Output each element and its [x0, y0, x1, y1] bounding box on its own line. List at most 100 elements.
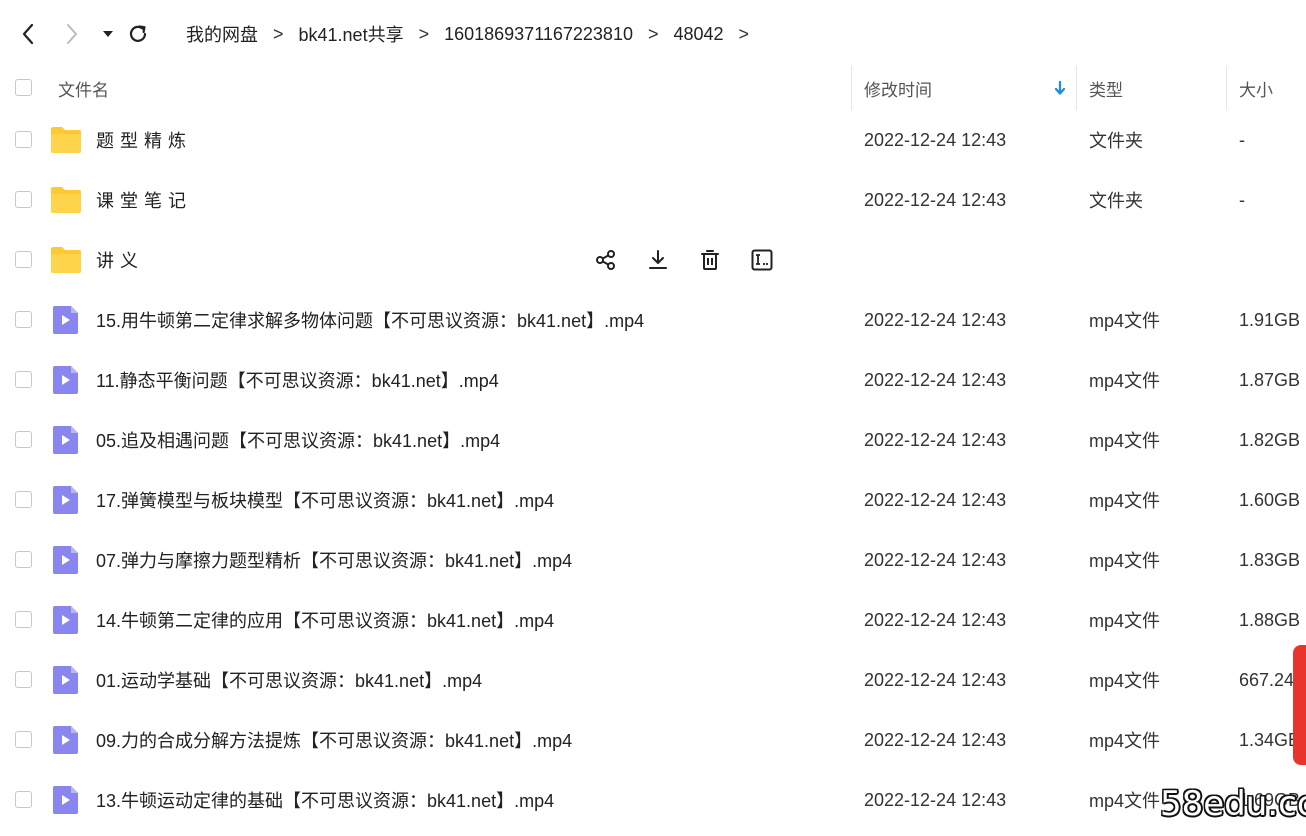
file-row-video[interactable]: 13.牛顿运动定律的基础【不可思议资源：bk41.net】.mp4 2022-1…: [0, 770, 1306, 830]
row-checkbox[interactable]: [15, 371, 32, 388]
file-modified: 2022-12-24 12:43: [864, 369, 1007, 390]
file-name[interactable]: 07.弹力与摩擦力题型精析【不可思议资源：bk41.net】.mp4: [96, 530, 572, 590]
file-name[interactable]: 17.弹簧模型与板块模型【不可思议资源：bk41.net】.mp4: [96, 470, 554, 530]
file-type: mp4文件: [1089, 551, 1161, 571]
file-size: -: [1239, 129, 1245, 150]
refresh-button[interactable]: [124, 18, 152, 50]
file-modified: 2022-12-24 12:43: [864, 789, 1007, 810]
file-size: 1.60GB: [1239, 489, 1301, 510]
video-file-icon: [53, 666, 78, 694]
forward-button[interactable]: [58, 18, 86, 50]
file-name[interactable]: 01.运动学基础【不可思议资源：bk41.net】.mp4: [96, 650, 482, 710]
file-row-video[interactable]: 07.弹力与摩擦力题型精析【不可思议资源：bk41.net】.mp4 2022-…: [0, 530, 1306, 590]
breadcrumb-separator: >: [738, 23, 750, 44]
file-name[interactable]: 15.用牛顿第二定律求解多物体问题【不可思议资源：bk41.net】.mp4: [96, 290, 644, 350]
file-type: mp4文件: [1089, 671, 1161, 691]
column-header-type[interactable]: 类型: [1089, 66, 1123, 110]
folder-icon: [51, 187, 81, 213]
file-name[interactable]: 课堂笔记: [96, 170, 192, 230]
file-row-video[interactable]: 01.运动学基础【不可思议资源：bk41.net】.mp4 2022-12-24…: [0, 650, 1306, 710]
breadcrumb-item-root[interactable]: 我的网盘: [186, 21, 258, 47]
file-row-folder-hovered[interactable]: 讲义: [0, 230, 1306, 290]
rename-icon: [751, 249, 773, 271]
breadcrumb-separator: >: [418, 23, 430, 44]
file-modified: 2022-12-24 12:43: [864, 669, 1007, 690]
column-divider[interactable]: [851, 66, 852, 110]
video-file-icon: [53, 726, 78, 754]
column-divider[interactable]: [1226, 66, 1227, 110]
row-checkbox[interactable]: [15, 251, 32, 268]
download-icon: [649, 250, 667, 269]
breadcrumb-item-share[interactable]: bk41.net共享: [299, 21, 404, 47]
delete-button[interactable]: [694, 244, 726, 276]
folder-icon: [51, 127, 81, 153]
file-size: 1.83GB: [1239, 549, 1301, 570]
video-file-icon: [53, 486, 78, 514]
row-checkbox[interactable]: [15, 671, 32, 688]
breadcrumb-separator: >: [647, 23, 659, 44]
file-size: -: [1239, 189, 1245, 210]
file-size: 667.24: [1239, 669, 1295, 690]
file-name[interactable]: 讲义: [96, 230, 144, 290]
select-all-checkbox[interactable]: [15, 79, 32, 96]
row-checkbox[interactable]: [15, 191, 32, 208]
file-name[interactable]: 05.追及相遇问题【不可思议资源：bk41.net】.mp4: [96, 410, 500, 470]
video-file-icon: [53, 306, 78, 334]
file-name[interactable]: 09.力的合成分解方法提炼【不可思议资源：bk41.net】.mp4: [96, 710, 572, 770]
breadcrumb-item-current[interactable]: 48042: [673, 24, 723, 45]
caret-down-icon: [103, 31, 113, 37]
row-checkbox[interactable]: [15, 491, 32, 508]
file-row-video[interactable]: 09.力的合成分解方法提炼【不可思议资源：bk41.net】.mp4 2022-…: [0, 710, 1306, 770]
column-header-name[interactable]: 文件名: [58, 66, 109, 110]
file-size: 1.34GB: [1239, 729, 1301, 750]
breadcrumb-item-id[interactable]: 1601869371167223810: [444, 24, 633, 45]
file-list-header: 文件名 修改时间 类型 大小: [0, 66, 1306, 110]
file-modified: 2022-12-24 12:43: [864, 309, 1007, 330]
back-button[interactable]: [14, 18, 42, 50]
row-checkbox[interactable]: [15, 731, 32, 748]
row-checkbox[interactable]: [15, 611, 32, 628]
file-modified: 2022-12-24 12:43: [864, 489, 1007, 510]
video-file-icon: [53, 546, 78, 574]
rename-button[interactable]: [746, 244, 778, 276]
download-button[interactable]: [642, 244, 674, 276]
arrow-down-icon: [1054, 80, 1066, 95]
file-row-video[interactable]: 17.弹簧模型与板块模型【不可思议资源：bk41.net】.mp4 2022-1…: [0, 470, 1306, 530]
refresh-icon: [129, 25, 147, 42]
file-row-folder[interactable]: 题型精炼 2022-12-24 12:43 文件夹 -: [0, 110, 1306, 170]
file-name[interactable]: 11.静态平衡问题【不可思议资源：bk41.net】.mp4: [96, 350, 499, 410]
folder-icon: [51, 247, 81, 273]
breadcrumb: 我的网盘 > bk41.net共享 > 1601869371167223810 …: [186, 20, 764, 48]
column-header-modified[interactable]: 修改时间: [864, 66, 932, 110]
file-modified: 2022-12-24 12:43: [864, 729, 1007, 750]
file-modified: 2022-12-24 12:43: [864, 189, 1007, 210]
file-row-video[interactable]: 15.用牛顿第二定律求解多物体问题【不可思议资源：bk41.net】.mp4 2…: [0, 290, 1306, 350]
file-row-folder[interactable]: 课堂笔记 2022-12-24 12:43 文件夹 -: [0, 170, 1306, 230]
file-size: 1.88GB: [1239, 609, 1301, 630]
sort-descending-button[interactable]: [1054, 66, 1066, 110]
file-type: 文件夹: [1089, 191, 1143, 211]
column-divider[interactable]: [1076, 66, 1077, 110]
file-name[interactable]: 题型精炼: [96, 110, 192, 170]
row-checkbox[interactable]: [15, 431, 32, 448]
history-dropdown[interactable]: [94, 18, 122, 50]
row-checkbox[interactable]: [15, 311, 32, 328]
file-name[interactable]: 14.牛顿第二定律的应用【不可思议资源：bk41.net】.mp4: [96, 590, 554, 650]
toolbar: 我的网盘 > bk41.net共享 > 1601869371167223810 …: [0, 0, 1306, 66]
file-row-video[interactable]: 14.牛顿第二定律的应用【不可思议资源：bk41.net】.mp4 2022-1…: [0, 590, 1306, 650]
share-button[interactable]: [590, 244, 622, 276]
file-type: 文件夹: [1089, 131, 1143, 151]
file-row-video[interactable]: 11.静态平衡问题【不可思议资源：bk41.net】.mp4 2022-12-2…: [0, 350, 1306, 410]
chevron-right-icon: [67, 24, 77, 44]
column-header-size[interactable]: 大小: [1239, 66, 1273, 110]
row-action-bar: [590, 244, 798, 276]
file-type: mp4文件: [1089, 491, 1161, 511]
row-checkbox[interactable]: [15, 551, 32, 568]
file-row-video[interactable]: 05.追及相遇问题【不可思议资源：bk41.net】.mp4 2022-12-2…: [0, 410, 1306, 470]
row-checkbox[interactable]: [15, 131, 32, 148]
file-name[interactable]: 13.牛顿运动定律的基础【不可思议资源：bk41.net】.mp4: [96, 770, 554, 830]
side-float-tab[interactable]: [1293, 645, 1306, 765]
row-checkbox[interactable]: [15, 791, 32, 808]
watermark: 58edu.cc: [1160, 784, 1306, 824]
file-type: mp4文件: [1089, 611, 1161, 631]
